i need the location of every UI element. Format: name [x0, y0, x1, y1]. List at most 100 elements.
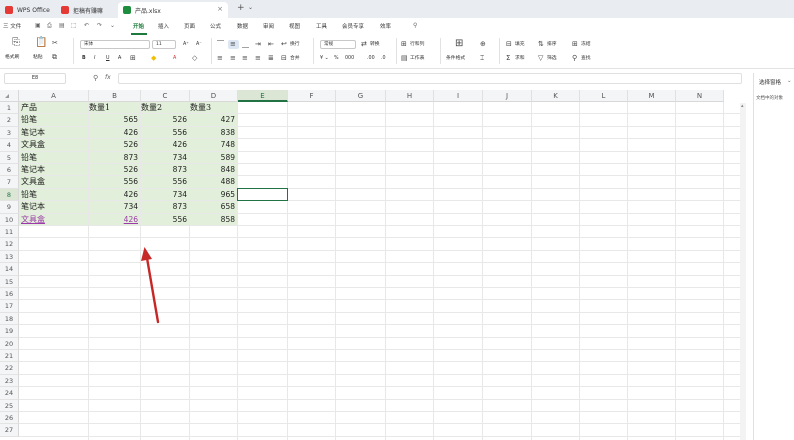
- menu-review[interactable]: 审阅: [263, 22, 274, 30]
- zoom-icon[interactable]: ⚲: [93, 74, 98, 82]
- cell-style-icon[interactable]: ⊕: [480, 40, 486, 48]
- selection-pane: 选择窗格 ⌄ 文档中的对象: [753, 73, 794, 440]
- font-color-button[interactable]: A: [173, 55, 176, 62]
- table-style-icon[interactable]: ⌶: [480, 54, 484, 62]
- print-icon[interactable]: ▤: [59, 22, 65, 29]
- conditional-format-icon[interactable]: ⊞: [455, 39, 463, 49]
- scroll-up-icon[interactable]: ▴: [741, 103, 744, 109]
- fill-color-icon[interactable]: ◆: [151, 54, 156, 62]
- rows-cols-icon[interactable]: ⊞: [401, 40, 407, 48]
- bold-button[interactable]: B: [82, 55, 86, 62]
- italic-button[interactable]: I: [94, 55, 95, 62]
- more-icon[interactable]: ⌄: [110, 22, 115, 29]
- doc-icon: [61, 6, 69, 14]
- sort-icon[interactable]: ⇅: [538, 40, 544, 48]
- fill-icon[interactable]: ⊟: [506, 40, 512, 48]
- undo-icon[interactable]: ↶: [84, 22, 89, 29]
- tab-wps-office[interactable]: WPS Office: [0, 2, 50, 18]
- tab-label: WPS Office: [17, 6, 50, 14]
- menu-view[interactable]: 视图: [289, 22, 300, 30]
- sort-label[interactable]: 排序: [547, 41, 557, 48]
- tab-spreadsheet[interactable]: 产品.xlsx ×: [118, 2, 228, 18]
- menu-data[interactable]: 数据: [237, 22, 248, 30]
- pane-menu-icon[interactable]: ⌄: [787, 78, 792, 84]
- justify-icon[interactable]: ≡: [255, 54, 261, 62]
- print-preview-icon[interactable]: ⎙: [47, 22, 52, 30]
- paste-label[interactable]: 粘贴: [33, 54, 43, 61]
- wrap-text-icon[interactable]: ↩: [281, 40, 287, 48]
- align-bottom-icon[interactable]: ⎽: [242, 40, 249, 48]
- font-name-select[interactable]: 宋体: [80, 40, 150, 49]
- freeze-icon[interactable]: ⊞: [572, 40, 578, 48]
- paste-icon[interactable]: 📋: [35, 38, 47, 48]
- file-menu[interactable]: 三 文件: [3, 22, 21, 30]
- new-tab-icon[interactable]: +: [237, 3, 245, 13]
- sum-label[interactable]: 求和: [515, 55, 525, 62]
- font-size-select[interactable]: 11: [152, 40, 176, 49]
- convert-icon[interactable]: ⇄: [361, 40, 367, 48]
- align-right-icon[interactable]: ≡: [242, 54, 248, 62]
- filter-icon[interactable]: ▽: [538, 54, 543, 62]
- format-painter-label[interactable]: 格式刷: [5, 54, 19, 61]
- menu-formula[interactable]: 公式: [210, 22, 221, 30]
- menu-efficiency[interactable]: 效率: [380, 22, 391, 30]
- merge-icon[interactable]: ⊟: [281, 54, 287, 62]
- freeze-label[interactable]: 冻结: [581, 41, 591, 48]
- sheet-icon: [123, 6, 131, 14]
- decrease-decimal-button[interactable]: .0: [381, 55, 386, 62]
- search-icon[interactable]: ⚲: [413, 22, 417, 29]
- menu-member[interactable]: 会员专享: [342, 22, 364, 30]
- pane-subtitle: 文档中的对象: [756, 96, 783, 101]
- find-label[interactable]: 查找: [581, 55, 591, 62]
- increase-decimal-button[interactable]: .00: [367, 55, 375, 62]
- formula-input[interactable]: [118, 73, 742, 84]
- convert-label[interactable]: 转换: [370, 41, 380, 48]
- underline-button[interactable]: U: [106, 55, 110, 62]
- conditional-format-label[interactable]: 条件格式: [446, 55, 465, 62]
- number-format-select[interactable]: 常规: [320, 40, 356, 49]
- cut-icon[interactable]: ✂: [52, 39, 58, 47]
- tab-document[interactable]: 拒稿有赚嘛: [56, 2, 116, 18]
- menu-page[interactable]: 页面: [184, 22, 195, 30]
- align-middle-icon[interactable]: ≡: [230, 40, 236, 48]
- currency-button[interactable]: ¥ ⌄: [320, 55, 329, 62]
- fx-button[interactable]: fx: [105, 74, 111, 81]
- wrap-text-label[interactable]: 换行: [290, 41, 300, 48]
- format-painter-icon[interactable]: ⎘: [12, 38, 20, 48]
- align-left-icon[interactable]: ≡: [217, 54, 223, 62]
- thousands-button[interactable]: 000: [345, 55, 354, 62]
- strikethrough-button[interactable]: A̶: [118, 55, 121, 62]
- vertical-scrollbar[interactable]: ▴: [740, 103, 746, 440]
- menu-insert[interactable]: 插入: [158, 22, 169, 30]
- chevron-down-icon[interactable]: ⌄: [248, 4, 253, 11]
- copy-icon[interactable]: ⧉: [52, 53, 57, 61]
- indent-icon[interactable]: ⇥: [255, 40, 261, 48]
- align-center-icon[interactable]: ≡: [230, 54, 236, 62]
- distributed-icon[interactable]: ≣: [268, 54, 274, 62]
- spreadsheet-grid[interactable]: 产品 数量1 数量2 数量3 铅笔 565 526 427 笔记本 426 556 838 文具盒 526…: [0, 90, 745, 440]
- find-icon[interactable]: ⚲: [572, 54, 577, 62]
- percent-button[interactable]: %: [334, 55, 339, 62]
- worksheet-label[interactable]: 工作表: [410, 55, 424, 62]
- menu-bar: 三 文件 ▣ ⎙ ▤ ⬚ ↶ ↷ ⌄ 开始 插入 页面 公式 数据 审阅 视图 …: [0, 18, 794, 35]
- name-box[interactable]: E8: [4, 73, 66, 84]
- merge-label[interactable]: 合并: [290, 55, 300, 62]
- border-icon[interactable]: ⊞: [130, 54, 136, 62]
- align-top-icon[interactable]: ⎺: [217, 40, 224, 48]
- save-icon[interactable]: ▣: [35, 22, 41, 29]
- decrease-font-icon[interactable]: A⁻: [196, 41, 202, 48]
- filter-label[interactable]: 筛选: [547, 55, 557, 62]
- formula-bar: E8 ⚲ fx: [0, 73, 794, 86]
- clear-format-icon[interactable]: ◇: [192, 54, 197, 62]
- menu-tools[interactable]: 工具: [316, 22, 327, 30]
- close-tab-icon[interactable]: ×: [217, 5, 223, 13]
- menu-home[interactable]: 开始: [133, 22, 144, 30]
- redo-icon[interactable]: ↷: [97, 22, 102, 29]
- outdent-icon[interactable]: ⇤: [268, 40, 274, 48]
- increase-font-icon[interactable]: A⁺: [183, 41, 189, 48]
- worksheet-icon[interactable]: ▤: [401, 54, 408, 62]
- fill-label[interactable]: 填充: [515, 41, 525, 48]
- export-icon[interactable]: ⬚: [71, 22, 77, 29]
- sum-icon[interactable]: Σ: [506, 54, 510, 62]
- rows-cols-label[interactable]: 行和列: [410, 41, 424, 48]
